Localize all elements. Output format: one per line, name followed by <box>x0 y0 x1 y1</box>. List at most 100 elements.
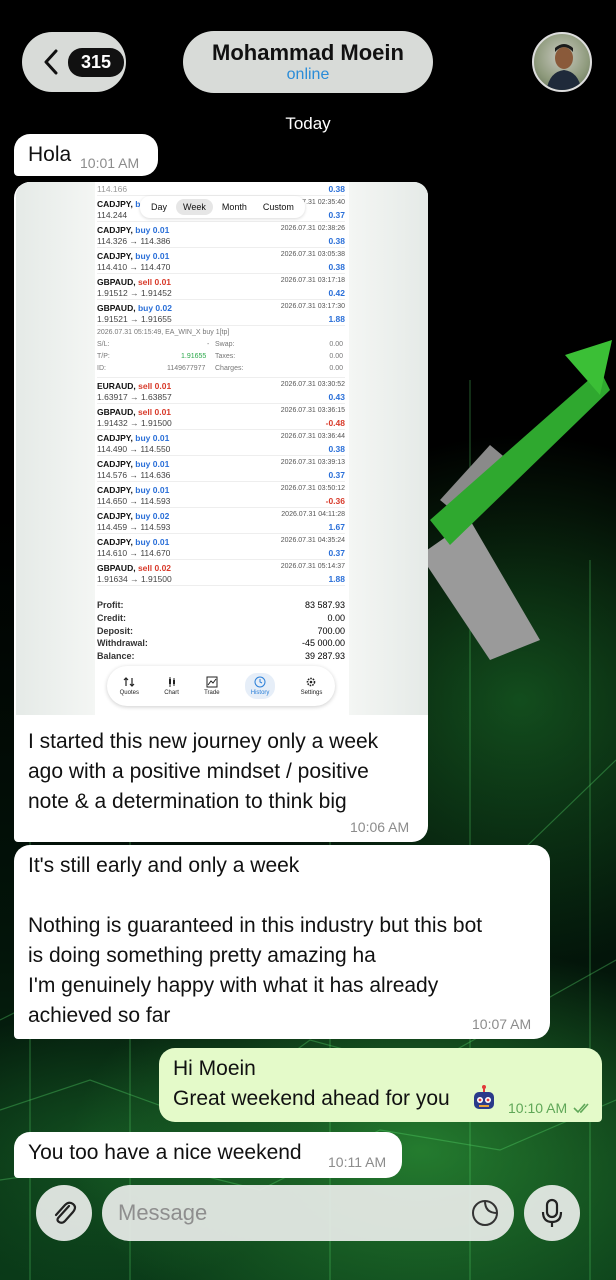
bottom-nav: Quotes Chart Trade History Settings <box>107 666 335 706</box>
message-time: 10:11 AM <box>328 1154 387 1170</box>
sticker-icon[interactable] <box>470 1198 500 1228</box>
deal-datetime: 2026.07.31 04:35:24 <box>280 537 345 544</box>
message-bubble-incoming[interactable]: You too have a nice weekend 10:11 AM <box>14 1132 402 1178</box>
deal-symbol: EURAUD, <box>97 381 136 391</box>
microphone-icon <box>541 1198 563 1227</box>
message-bubble-incoming[interactable]: It's still early and only a week Nothing… <box>14 845 550 1039</box>
message-text: It's still early and only a week Nothing… <box>28 854 483 1027</box>
screenshot-blur-left <box>16 182 96 715</box>
deal-row: CADJPY, buy 0.02 2026.07.31 04:11:28 114.4… <box>97 508 345 534</box>
deal-side: sell 0.02 <box>137 563 172 573</box>
deal-row: GBPAUD, sell 0.01 2026.07.31 03:36:15 1.91… <box>97 404 345 430</box>
history-icon <box>254 676 266 688</box>
deal-symbol: CADJPY, <box>97 485 133 495</box>
deal-side: buy 0.01 <box>135 459 170 469</box>
deals-group-a: CADJPY, buy 0.01 2026.07.31 02:38:26 114.3… <box>97 222 345 326</box>
deal-symbol: CADJPY, <box>97 433 133 443</box>
nav-history: History <box>244 673 276 699</box>
attached-screenshot[interactable]: Day Week Month Custom 114.166 0.38 CADJP… <box>16 182 428 715</box>
deal-profit: 0.38 <box>328 186 345 194</box>
deal-datetime: 2026.07.31 03:36:44 <box>280 433 345 440</box>
mic-button[interactable] <box>524 1185 580 1241</box>
charges-value: 0.00 <box>329 365 343 372</box>
deal-symbol: GBPAUD, <box>97 407 136 417</box>
tab-month: Month <box>221 202 247 212</box>
deal-symbol: CADJPY, <box>97 537 133 547</box>
deal-side: sell 0.01 <box>137 407 172 417</box>
summary-value: 39 287.93 <box>304 651 345 662</box>
message-time: 10:06 AM <box>350 819 410 835</box>
tab-day: Day <box>151 202 168 212</box>
deal-price: 114.459 → 114.593 <box>97 522 171 532</box>
deal-datetime: 2026.07.31 03:17:18 <box>280 277 345 284</box>
double-check-icon <box>573 1103 589 1114</box>
summary-value: 83 587.93 <box>304 600 345 610</box>
deal-symbol: CADJPY, <box>97 251 133 261</box>
summary-label: Withdrawal: <box>97 638 148 649</box>
deal-price: 114.610 → 114.670 <box>97 548 171 558</box>
deal-profit: 0.38 <box>328 262 345 272</box>
deal-row: GBPAUD, sell 0.01 2026.07.31 03:17:18 1.91… <box>97 274 345 300</box>
deal-side: buy 0.01 <box>135 485 170 495</box>
quotes-icon <box>123 677 135 687</box>
deal-price: 114.326 → 114.386 <box>97 236 171 246</box>
deal-price: 114.576 → 114.636 <box>97 470 171 480</box>
attach-button[interactable] <box>36 1185 92 1241</box>
nav-chart: Chart <box>164 676 179 696</box>
chat-title[interactable]: Mohammad Moein online <box>183 31 433 93</box>
tab-week: Week <box>176 199 213 215</box>
deal-profit: 1.88 <box>328 574 345 584</box>
message-time: 10:01 AM <box>80 155 140 171</box>
message-text: Hola <box>28 143 72 166</box>
deal-datetime: 2026.07.31 04:11:28 <box>281 511 345 518</box>
detail-line: 2026.07.31 05:15:49, EA_WIN_X buy 1[tp] <box>97 329 230 336</box>
deal-price: 1.63917 → 1.63857 <box>97 392 172 402</box>
deal-side: sell 0.01 <box>138 381 172 391</box>
trade-icon <box>206 676 218 688</box>
deal-row: EURAUD, sell 0.01 2026.07.31 03:30:52 1.63… <box>97 378 345 404</box>
message-bubble-outgoing[interactable]: Hi Moein Great weekend ahead for you 10:… <box>159 1048 602 1122</box>
paperclip-icon <box>54 1201 77 1224</box>
id-label: ID: <box>97 365 106 372</box>
summary-label: Profit: <box>97 600 124 610</box>
nav-label: Trade <box>204 690 220 696</box>
back-button[interactable]: 315 <box>22 32 126 92</box>
nav-trade: Trade <box>204 676 220 696</box>
deal-side: buy 0.01 <box>135 537 170 547</box>
summary-row: Profit: 83 587.93 <box>97 600 345 613</box>
summary-row: Credit: 0.00 <box>97 613 345 626</box>
tab-custom: Custom <box>262 202 294 212</box>
deal-row-partial: 114.166 0.38 <box>97 186 345 196</box>
deal-row: GBPAUD, sell 0.02 2026.07.31 05:14:37 1.91… <box>97 560 345 586</box>
deal-row: CADJPY, buy 0.01 2026.07.31 04:35:24 114.6… <box>97 534 345 560</box>
deal-profit: 0.43 <box>328 392 345 402</box>
deals-list: 114.166 0.38 CADJPY, bu 2026.07.31 02:35… <box>97 186 345 586</box>
deal-price: 114.244 <box>97 210 128 220</box>
message-input-box[interactable] <box>102 1185 514 1241</box>
avatar[interactable] <box>532 32 592 92</box>
message-text: Hi Moein Great weekend ahead for you <box>173 1057 450 1110</box>
message-input[interactable] <box>118 1185 458 1241</box>
unread-count-badge: 315 <box>68 47 124 77</box>
deal-price: 114.490 → 114.550 <box>97 444 171 454</box>
deal-datetime: 2026.07.31 03:36:15 <box>280 407 345 414</box>
taxes-value: 0.00 <box>329 353 343 360</box>
deal-row: CADJPY, buy 0.01 2026.07.31 03:05:38 114.4… <box>97 248 345 274</box>
summary-value: 0.00 <box>327 612 345 623</box>
deal-profit: 0.38 <box>328 236 345 246</box>
swap-label: Swap: <box>215 341 235 348</box>
nav-settings: Settings <box>301 676 322 696</box>
message-bubble-incoming[interactable]: Hola 10:01 AM <box>14 134 158 176</box>
deal-price: 1.91432 → 1.91500 <box>97 418 172 428</box>
trading-history-screen: Day Week Month Custom 114.166 0.38 CADJP… <box>95 182 349 715</box>
summary-label: Deposit: <box>97 625 133 636</box>
deal-profit: 0.37 <box>328 470 345 480</box>
swap-value: 0.00 <box>329 341 343 348</box>
chart-icon <box>168 677 175 687</box>
deal-price: 1.91634 → 1.91500 <box>97 574 172 584</box>
contact-name: Mohammad Moein <box>212 40 404 65</box>
deal-side: sell 0.01 <box>137 277 172 287</box>
deal-datetime: 2026.07.31 03:50:12 <box>280 485 345 492</box>
deal-datetime: 2026.07.31 03:39:13 <box>280 459 345 466</box>
screenshot-blur-right <box>348 182 428 715</box>
